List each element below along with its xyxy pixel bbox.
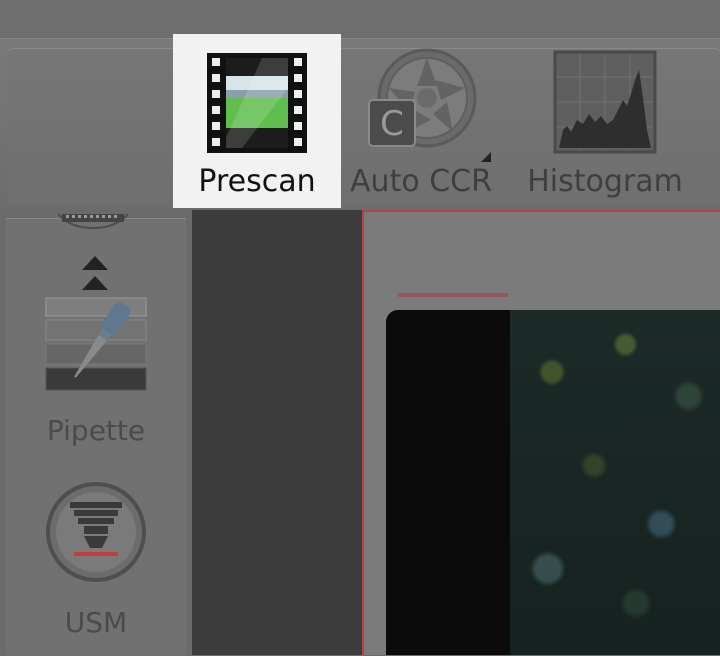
histogram-button[interactable]: Histogram <box>520 34 690 208</box>
panel-grip-handle[interactable] <box>58 212 128 230</box>
prescan-label: Prescan <box>198 164 316 199</box>
auto-ccr-aperture-icon: C <box>368 48 477 148</box>
histogram-label: Histogram <box>527 164 683 199</box>
usm-tool[interactable]: USM <box>0 480 192 655</box>
prescan-button[interactable]: Prescan <box>173 34 341 208</box>
histogram-icon <box>553 50 657 154</box>
auto-ccr-button[interactable]: C Auto CCR <box>341 34 501 208</box>
preview-image[interactable] <box>510 310 720 655</box>
pipette-label: Pipette <box>46 414 146 447</box>
svg-text:C: C <box>380 104 404 144</box>
dropdown-corner-icon[interactable] <box>481 152 491 162</box>
usm-icon <box>46 482 146 582</box>
thumbnail-column <box>192 210 362 655</box>
film-preview-icon <box>207 53 307 153</box>
usm-label: USM <box>64 606 128 639</box>
collapse-up-icon[interactable] <box>82 256 108 296</box>
crop-frame-marker <box>398 293 508 297</box>
tool-side-panel: Pipette USM <box>0 208 192 656</box>
pipette-tool[interactable]: Pipette <box>0 294 192 454</box>
pipette-icon <box>45 297 147 391</box>
auto-ccr-label: Auto CCR <box>350 164 492 199</box>
